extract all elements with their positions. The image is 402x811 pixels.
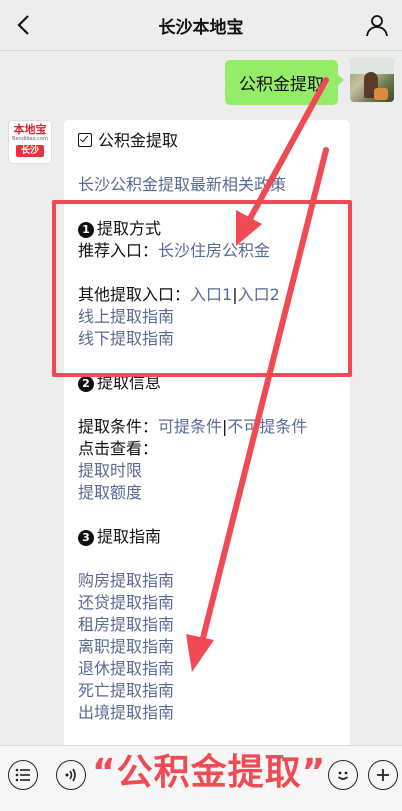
other-entry-row: 其他提取入口：入口1|入口2 [78,285,280,304]
offline-guide-link[interactable]: 线下提取指南 [78,328,338,350]
section3-heading: 3 提取指南 [78,526,338,548]
plus-button[interactable] [368,760,398,790]
voice-button[interactable] [56,760,86,790]
entry2-link[interactable]: 入口2 [238,285,280,304]
plus-icon [377,769,389,781]
online-guide-link[interactable]: 线上提取指南 [78,306,338,328]
emoji-icon [337,771,349,780]
brand-city-badge: 长沙 [16,145,44,157]
back-button[interactable] [8,10,38,40]
guide-link[interactable]: 出境提取指南 [78,702,338,724]
condition-yes-link[interactable]: 可提条件 [158,417,222,436]
section1-heading: 1 提取方式 [78,218,338,240]
guide-link[interactable]: 还贷提取指南 [78,592,338,614]
sent-message-bubble[interactable]: 公积金提取 [225,60,344,105]
guide-link[interactable]: 购房提取指南 [78,570,338,592]
emoji-button[interactable] [328,760,358,790]
number-one-icon: 1 [78,222,94,238]
number-two-icon: 2 [78,376,94,392]
recommend-entry-link[interactable]: 长沙住房公积金 [158,241,270,260]
person-icon [366,15,388,37]
entry1-link[interactable]: 入口1 [190,285,232,304]
recommend-entry-row: 推荐入口：长沙住房公积金 [78,241,271,260]
time-limit-link[interactable]: 提取时限 [78,460,338,482]
reply-bubble: 公积金提取 长沙公积金提取最新相关政策 1 提取方式 推荐入口：长沙住房公积金 其… [64,120,350,760]
number-three-icon: 3 [78,530,94,546]
guide-link[interactable]: 离职提取指南 [78,636,338,658]
brand-avatar[interactable]: 本地宝 Bendibao.com 长沙 [8,120,52,164]
checkbox-icon [78,133,92,147]
section2-heading: 2 提取信息 [78,372,338,394]
amount-link[interactable]: 提取额度 [78,482,338,504]
guide-link[interactable]: 退休提取指南 [78,658,338,680]
policy-link[interactable]: 长沙公积金提取最新相关政策 [78,174,338,196]
brand-logo: 本地宝 [13,123,47,136]
nav-header: 长沙本地宝 [0,0,402,51]
profile-button[interactable] [362,10,392,40]
menu-list-icon [15,768,30,782]
click-view-label: 点击查看： [78,439,159,458]
keyword-caption: “公积金提取” [92,752,327,793]
user-avatar[interactable] [350,58,394,102]
reply-topic: 公积金提取 [78,130,338,152]
voice-icon [65,768,76,782]
received-message-row: 本地宝 Bendibao.com 长沙 公积金提取 长沙公积金提取最新相关政策 … [8,120,350,760]
chat-title: 长沙本地宝 [158,17,244,38]
condition-no-link[interactable]: 不可提条件 [227,417,307,436]
condition-row: 提取条件：可提条件|不可提条件 [78,417,308,436]
brand-site: Bendibao.com [12,136,48,142]
sent-message-row: 公积金提取 [225,58,394,105]
guide-link[interactable]: 死亡提取指南 [78,680,338,702]
menu-button[interactable] [8,760,38,790]
guide-link[interactable]: 租房提取指南 [78,614,338,636]
chevron-left-icon [17,15,29,35]
